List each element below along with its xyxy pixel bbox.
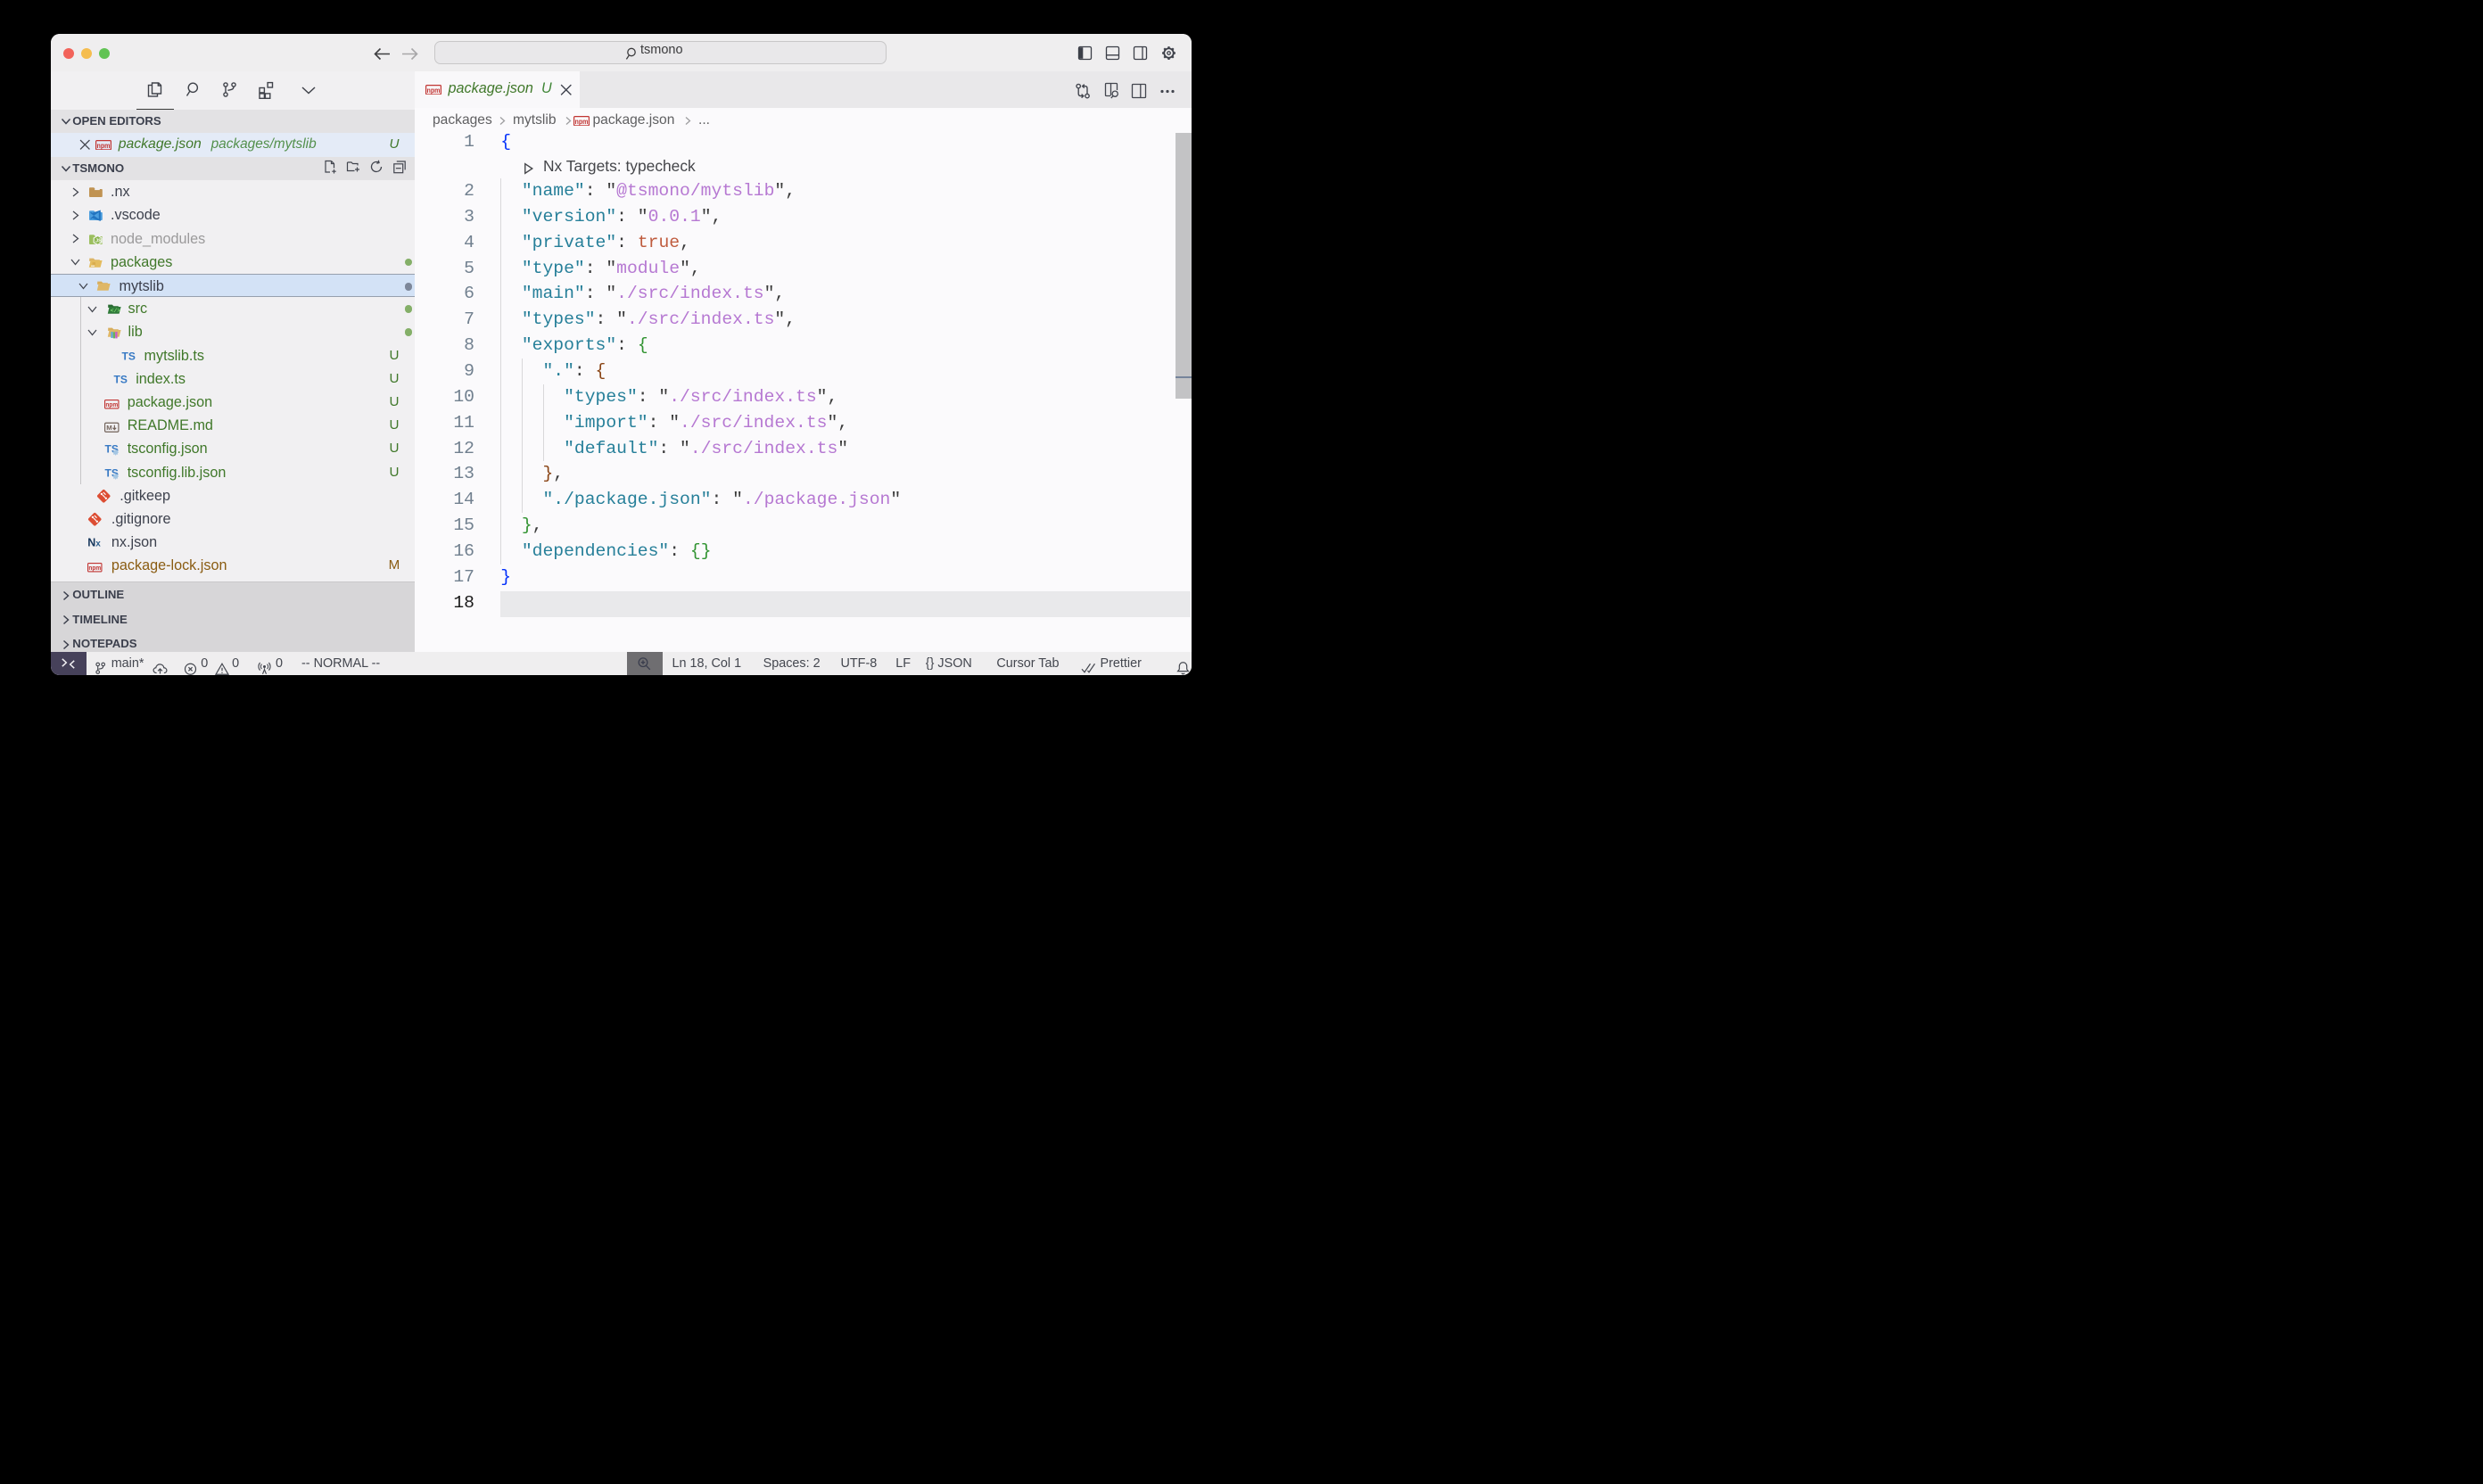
svg-text:npm: npm [427, 85, 441, 94]
svg-text:TS: TS [121, 350, 135, 362]
svg-text:npm: npm [105, 400, 118, 408]
svg-text:</>: </> [110, 308, 120, 314]
svg-text:TS: TS [114, 373, 128, 385]
svg-text:N: N [87, 537, 95, 549]
svg-text:npm: npm [575, 117, 589, 126]
svg-text:M: M [106, 424, 111, 432]
svg-text:x: x [95, 540, 101, 549]
svg-text:JS: JS [95, 238, 102, 243]
svg-text:npm: npm [97, 141, 111, 150]
svg-text:npm: npm [89, 564, 102, 572]
